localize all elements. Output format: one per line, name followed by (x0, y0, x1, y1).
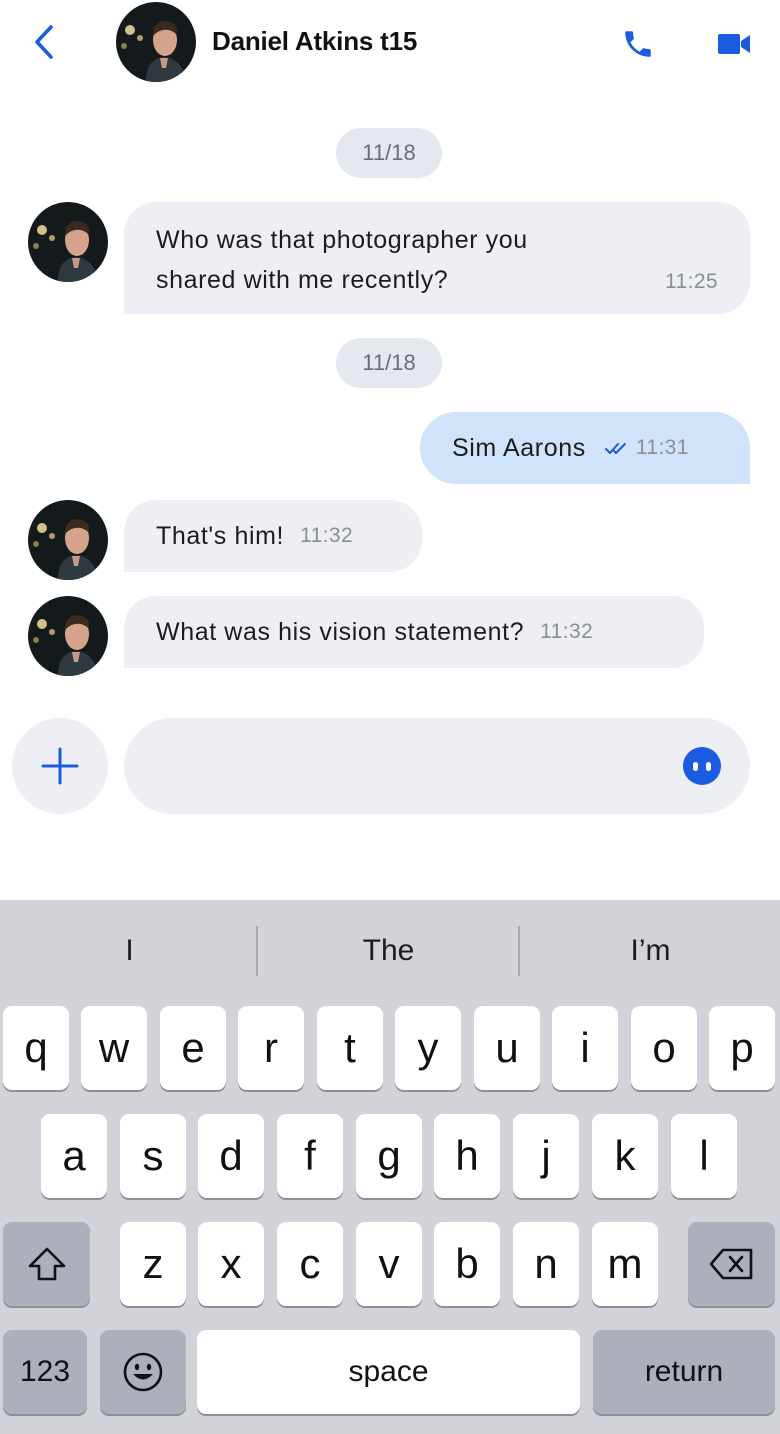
message-text: What was his vision statement? (156, 618, 525, 646)
key-h[interactable]: h (434, 1114, 500, 1198)
key-o[interactable]: o (631, 1006, 697, 1090)
key-m[interactable]: m (592, 1222, 658, 1306)
message-input[interactable] (124, 718, 750, 814)
backspace-icon (709, 1248, 752, 1280)
key-c[interactable]: c (277, 1222, 343, 1306)
date-separator: 11/18 (336, 338, 442, 388)
message-bubble-outgoing[interactable]: Sim Aarons 11:31 (420, 412, 750, 484)
sender-avatar[interactable] (28, 202, 108, 282)
plus-icon (41, 747, 79, 785)
key-l[interactable]: l (671, 1114, 737, 1198)
contact-name[interactable]: Daniel Atkins t15 (212, 26, 417, 57)
message-time: 11:32 (540, 620, 594, 643)
sender-avatar[interactable] (28, 596, 108, 676)
message-text-line: shared with me recently? (156, 266, 449, 294)
key-a[interactable]: a (41, 1114, 107, 1198)
key-j[interactable]: j (513, 1114, 579, 1198)
key-b[interactable]: b (434, 1222, 500, 1306)
suggestion-divider (256, 926, 258, 976)
key-v[interactable]: v (356, 1222, 422, 1306)
message-time: 11:32 (300, 524, 354, 547)
backspace-key[interactable] (688, 1222, 775, 1306)
key-f[interactable]: f (277, 1114, 343, 1198)
video-call-button[interactable] (712, 22, 756, 66)
message-text: Sim Aarons (452, 434, 586, 462)
back-button[interactable] (24, 22, 64, 62)
message-text: That's him! (156, 522, 285, 550)
double-check-icon (604, 441, 630, 455)
space-key[interactable]: space (197, 1330, 580, 1414)
key-u[interactable]: u (474, 1006, 540, 1090)
shift-arrow-icon (28, 1247, 65, 1281)
emoji-button[interactable] (683, 747, 721, 785)
shift-key[interactable] (3, 1222, 90, 1306)
on-screen-keyboard: I The I’m q w e r t y u i o p a s d f g … (0, 900, 780, 1434)
key-g[interactable]: g (356, 1114, 422, 1198)
key-n[interactable]: n (513, 1222, 579, 1306)
message-bubble-incoming[interactable]: What was his vision statement? 11:32 (124, 596, 704, 668)
key-q[interactable]: q (3, 1006, 69, 1090)
emoji-icon (693, 761, 698, 771)
chat-header: Daniel Atkins t15 (0, 0, 780, 90)
emoji-face-icon (123, 1352, 163, 1392)
message-text-line: Who was that photographer you (156, 226, 528, 254)
key-k[interactable]: k (592, 1114, 658, 1198)
message-time: 11:31 (635, 436, 689, 459)
return-key[interactable]: return (593, 1330, 775, 1414)
key-s[interactable]: s (120, 1114, 186, 1198)
key-w[interactable]: w (81, 1006, 147, 1090)
key-y[interactable]: y (395, 1006, 461, 1090)
key-i[interactable]: i (552, 1006, 618, 1090)
key-r[interactable]: r (238, 1006, 304, 1090)
message-time: 11:25 (665, 270, 718, 293)
key-t[interactable]: t (317, 1006, 383, 1090)
key-d[interactable]: d (198, 1114, 264, 1198)
key-z[interactable]: z (120, 1222, 186, 1306)
key-e[interactable]: e (160, 1006, 226, 1090)
key-p[interactable]: p (709, 1006, 775, 1090)
contact-avatar[interactable] (116, 2, 196, 82)
phone-icon (625, 31, 651, 57)
message-bubble-incoming[interactable]: That's him! 11:32 (124, 500, 422, 572)
emoji-keyboard-key[interactable] (100, 1330, 186, 1414)
numbers-key[interactable]: 123 (3, 1330, 87, 1414)
suggestion-divider (518, 926, 520, 976)
date-separator: 11/18 (336, 128, 442, 178)
call-button[interactable] (616, 22, 660, 66)
sender-avatar[interactable] (28, 500, 108, 580)
suggestion-1[interactable]: I (0, 926, 259, 976)
add-attachment-button[interactable] (12, 718, 108, 814)
suggestion-3[interactable]: I’m (521, 926, 780, 976)
message-bubble-incoming[interactable]: Who was that photographer you shared wit… (124, 202, 750, 314)
chevron-left-icon (35, 25, 53, 59)
suggestion-2[interactable]: The (259, 926, 518, 976)
key-x[interactable]: x (198, 1222, 264, 1306)
video-camera-icon (718, 34, 750, 54)
